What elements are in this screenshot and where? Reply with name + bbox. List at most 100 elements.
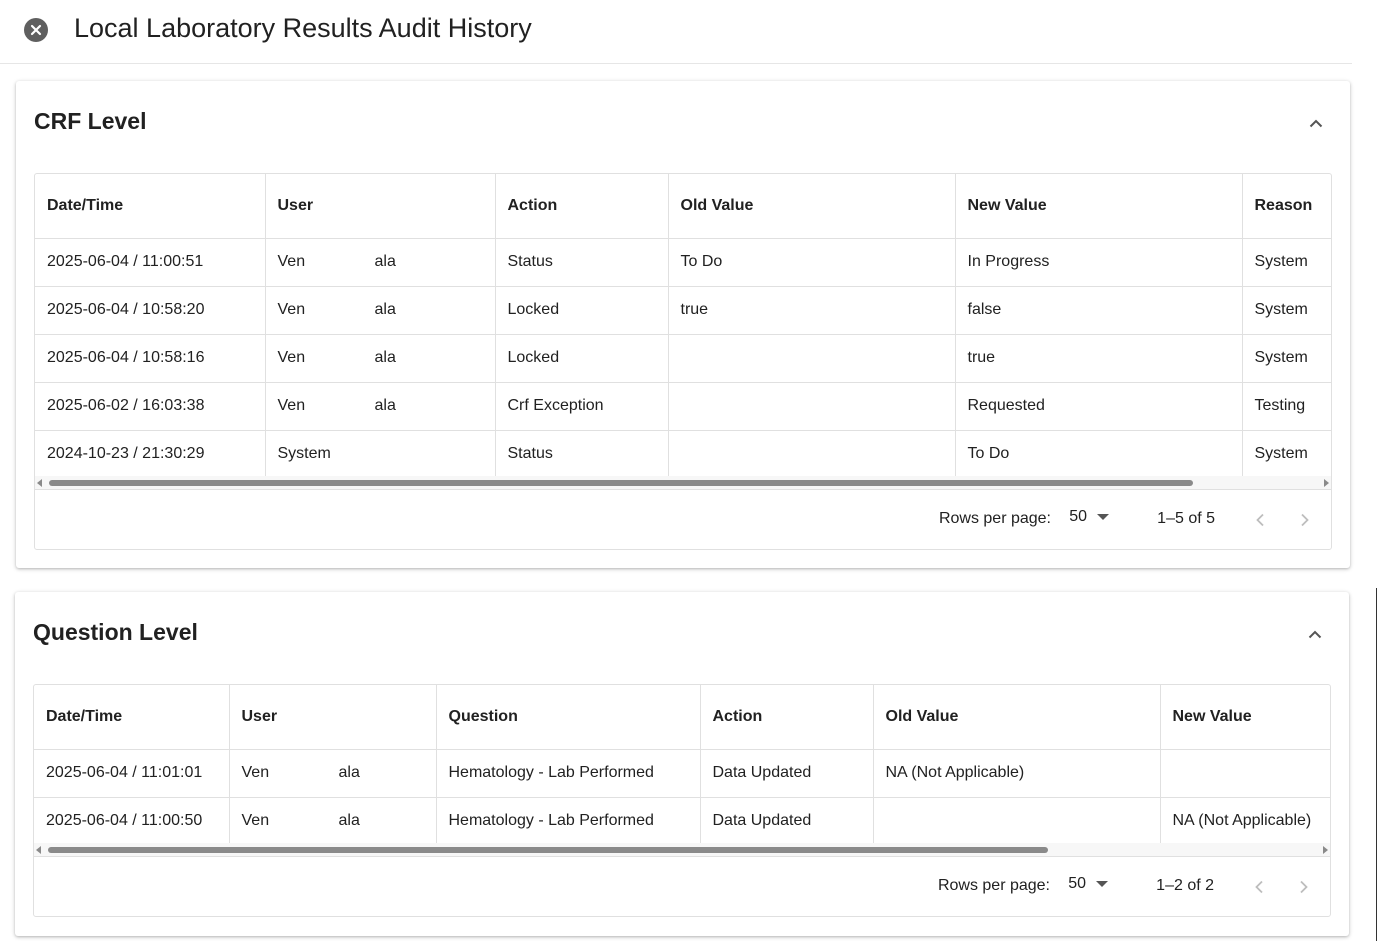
column-header-reason[interactable]: Reason — [1242, 174, 1331, 239]
question-level-title: Question Level — [33, 619, 198, 645]
cell-reason: System — [1242, 334, 1331, 383]
user-last-name: ala — [374, 253, 396, 270]
scrollbar-thumb[interactable] — [48, 847, 1048, 853]
previous-page-button[interactable] — [1245, 873, 1273, 901]
rows-per-page-label: Rows per page: — [937, 877, 1050, 894]
cell-new-value: false — [955, 286, 1243, 335]
cell-new-value: In Progress — [955, 238, 1243, 287]
table-header-row: Date/Time User Question Action Old Value… — [34, 685, 1330, 750]
cell-old-value: NA (Not Applicable) — [873, 749, 1161, 798]
cell-old-value — [668, 430, 956, 478]
pagination-range: 1–2 of 2 — [1156, 877, 1214, 894]
cell-user: Ven ala — [265, 238, 496, 287]
column-header-user[interactable]: User — [265, 174, 496, 239]
chevron-up-icon[interactable] — [1303, 622, 1327, 646]
cell-question: Hematology - Lab Performed — [436, 797, 701, 845]
column-header-datetime[interactable]: Date/Time — [34, 685, 230, 750]
cell-datetime: 2025-06-04 / 10:58:20 — [35, 286, 266, 335]
chevron-up-icon[interactable] — [1304, 111, 1328, 135]
crf-table: Date/Time User Action Old Value New Valu… — [35, 174, 1331, 478]
cell-action: Crf Exception — [495, 382, 669, 431]
rows-per-page-value: 50 — [1069, 508, 1087, 525]
cell-action: Status — [495, 430, 669, 478]
cell-action: Data Updated — [700, 749, 874, 798]
cell-new-value: NA (Not Applicable) — [1160, 797, 1330, 845]
column-header-new-value[interactable]: New Value — [1160, 685, 1330, 750]
horizontal-scrollbar[interactable] — [35, 476, 1331, 490]
table-row[interactable]: 2025-06-04 / 10:58:20 Ven ala Locked true… — [35, 286, 1331, 335]
crf-audit-table: Date/Time User Action Old Value New Valu… — [34, 173, 1332, 550]
dropdown-arrow-icon — [1097, 514, 1109, 520]
cell-reason: Testing — [1242, 382, 1331, 431]
crf-level-panel: CRF Level Date/Time User Action Old Valu… — [16, 81, 1350, 568]
user-last-name: ala — [374, 301, 396, 318]
column-header-old-value[interactable]: Old Value — [668, 174, 956, 239]
user-first-name: Ven — [277, 301, 306, 318]
table-row[interactable]: 2025-06-02 / 16:03:38 Ven ala Crf Excepti… — [35, 382, 1331, 431]
user-first-name: Ven — [241, 812, 270, 830]
scroll-left-arrow-icon[interactable] — [36, 846, 41, 854]
cell-datetime: 2024-10-23 / 21:30:29 — [35, 430, 266, 478]
column-header-action[interactable]: Action — [495, 174, 669, 239]
user-last-name: ala — [338, 812, 360, 830]
column-header-user[interactable]: User — [229, 685, 437, 750]
cell-old-value — [668, 382, 956, 431]
cell-user: Ven ala — [229, 749, 437, 798]
cell-reason: System — [1242, 238, 1331, 287]
user-first-name: Ven — [277, 349, 306, 366]
question-table: Date/Time User Question Action Old Value… — [34, 685, 1330, 845]
cell-action: Locked — [495, 286, 669, 335]
close-icon[interactable] — [24, 18, 48, 42]
column-header-question[interactable]: Question — [436, 685, 701, 750]
next-page-button[interactable] — [1290, 873, 1318, 901]
cell-question: Hematology - Lab Performed — [436, 749, 701, 798]
column-header-datetime[interactable]: Date/Time — [35, 174, 266, 239]
cell-new-value — [1160, 749, 1330, 798]
user-last-name: ala — [374, 397, 396, 414]
cell-reason: System — [1242, 430, 1331, 478]
cell-reason: System — [1242, 286, 1331, 335]
cell-action: Data Updated — [700, 797, 874, 845]
column-header-new-value[interactable]: New Value — [955, 174, 1243, 239]
rows-per-page-select[interactable]: 50 — [1068, 875, 1108, 893]
cell-datetime: 2025-06-04 / 10:58:16 — [35, 334, 266, 383]
user-first-name: System — [277, 445, 331, 463]
rows-per-page-select[interactable]: 50 — [1069, 508, 1109, 526]
table-pagination: Rows per page: 50 1–2 of 2 — [34, 856, 1330, 916]
scroll-left-arrow-icon[interactable] — [37, 479, 42, 487]
cell-old-value: true — [668, 286, 956, 335]
cell-old-value: To Do — [668, 238, 956, 287]
table-row[interactable]: 2025-06-04 / 11:01:01 Ven ala Hematology … — [34, 749, 1330, 798]
cell-old-value — [873, 797, 1161, 845]
cell-new-value: Requested — [955, 382, 1243, 431]
scrollbar-thumb[interactable] — [49, 480, 1193, 486]
table-row[interactable]: 2025-06-04 / 11:00:50 Ven ala Hematology … — [34, 797, 1330, 845]
user-first-name: Ven — [277, 397, 306, 414]
column-header-old-value[interactable]: Old Value — [873, 685, 1161, 750]
question-level-panel: Question Level Date/Time User Question A… — [15, 592, 1349, 936]
rows-per-page-label: Rows per page: — [938, 510, 1051, 527]
column-header-action[interactable]: Action — [700, 685, 874, 750]
table-row[interactable]: 2024-10-23 / 21:30:29 System Status To D… — [35, 430, 1331, 478]
cell-user: Ven ala — [265, 334, 496, 383]
horizontal-scrollbar[interactable] — [34, 843, 1330, 857]
user-first-name: Ven — [241, 764, 270, 781]
table-row[interactable]: 2025-06-04 / 11:00:51 Ven ala Status To D… — [35, 238, 1331, 287]
next-page-button[interactable] — [1291, 506, 1319, 534]
page-title: Local Laboratory Results Audit History — [74, 13, 532, 43]
cell-old-value — [668, 334, 956, 383]
cell-datetime: 2025-06-04 / 11:01:01 — [34, 749, 230, 798]
dropdown-arrow-icon — [1096, 881, 1108, 887]
cell-user: Ven ala — [265, 286, 496, 335]
scroll-right-arrow-icon[interactable] — [1323, 846, 1328, 854]
previous-page-button[interactable] — [1246, 506, 1274, 534]
cell-datetime: 2025-06-04 / 11:00:50 — [34, 797, 230, 845]
dialog-header: Local Laboratory Results Audit History — [0, 0, 1352, 64]
cell-new-value: true — [955, 334, 1243, 383]
user-last-name: ala — [338, 764, 360, 781]
crf-level-title: CRF Level — [34, 108, 147, 134]
cell-datetime: 2025-06-04 / 11:00:51 — [35, 238, 266, 287]
user-first-name: Ven — [277, 253, 306, 270]
scroll-right-arrow-icon[interactable] — [1324, 479, 1329, 487]
table-row[interactable]: 2025-06-04 / 10:58:16 Ven ala Locked true… — [35, 334, 1331, 383]
